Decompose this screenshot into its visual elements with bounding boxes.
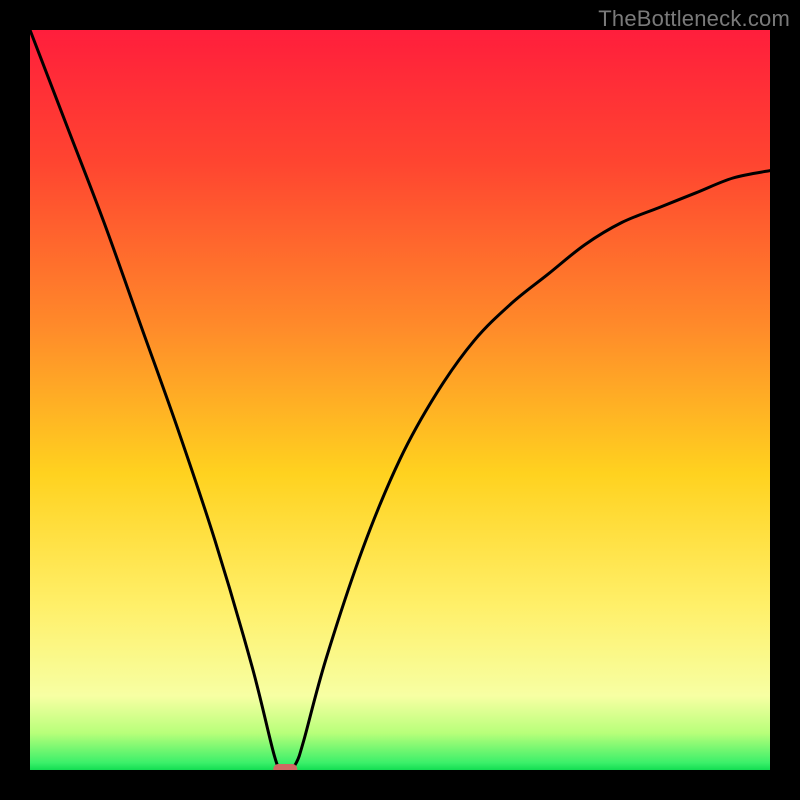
gradient-background (30, 30, 770, 770)
bottleneck-chart (30, 30, 770, 770)
watermark-text: TheBottleneck.com (598, 6, 790, 32)
chart-frame (30, 30, 770, 770)
minimum-marker (273, 764, 297, 770)
minimum-marker-dot (273, 764, 297, 770)
